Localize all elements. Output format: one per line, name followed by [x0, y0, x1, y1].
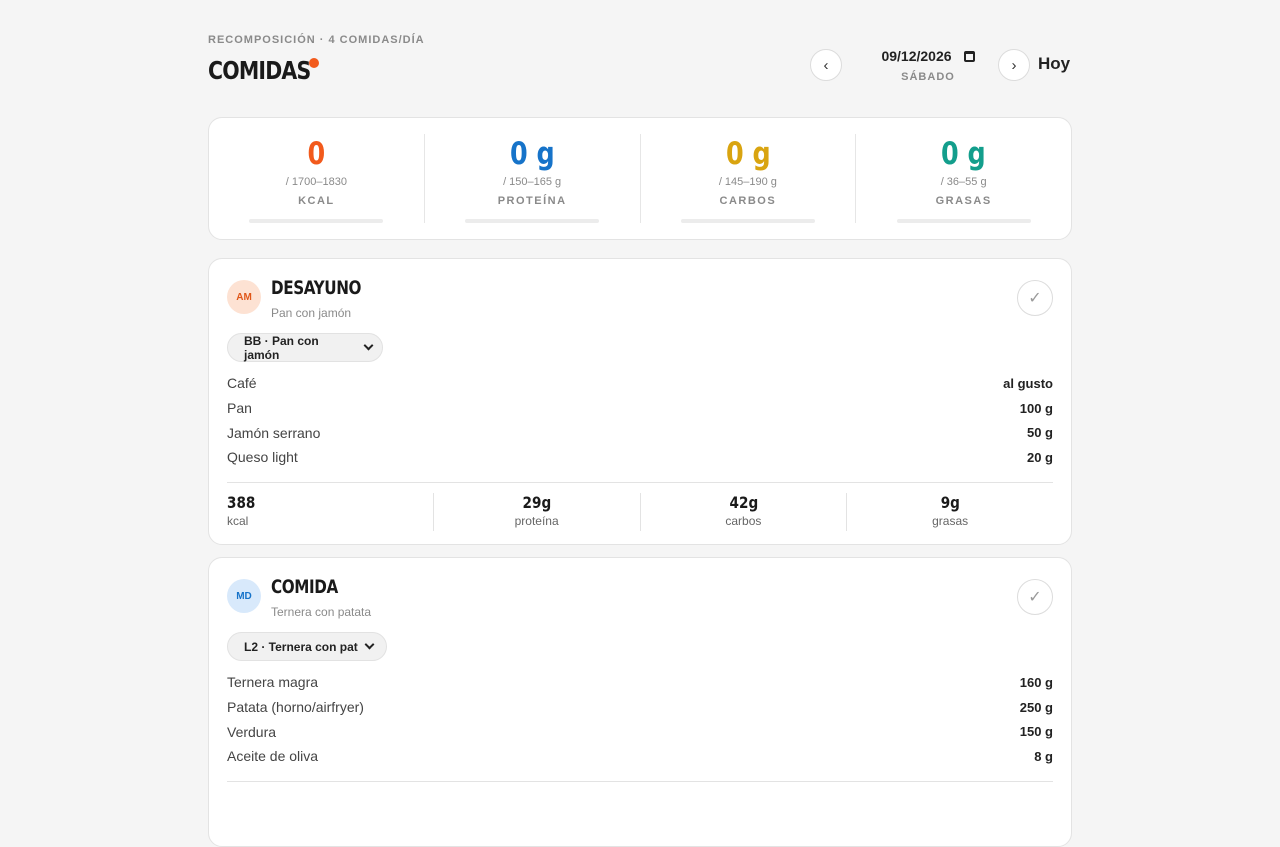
protein-target: / 150–165 g [503, 176, 562, 188]
summary-protein: 0 g / 150–165 g PROTEÍNA [423, 134, 640, 223]
meal-option-select[interactable]: BB · Pan con jamón [227, 333, 383, 362]
meal-macros [227, 781, 1053, 792]
meal-items: Café al gusto Pan 100 g Jamón serrano 50 g … [227, 371, 1053, 470]
chevron-down-icon [364, 639, 375, 650]
list-item: Queso light 20 g [227, 445, 1053, 470]
item-qty: 50 g [1026, 425, 1053, 441]
protein-total: 0 g [509, 136, 555, 172]
meal-items: Ternera magra 160 g Patata (horno/airfrye… [227, 670, 1053, 769]
macro-label: carbos [725, 514, 762, 528]
macro-protein: 29g proteína [432, 493, 640, 531]
macro-value: 388 [227, 493, 256, 512]
meal-card-comida: MD COMIDA Ternera con patata ✓ L2 · Tern… [208, 557, 1072, 847]
fat-label: GRASAS [935, 195, 992, 207]
meal-badge: MD [227, 579, 261, 613]
meal-card-desayuno: AM DESAYUNO Pan con jamón ✓ BB · Pan con… [208, 258, 1072, 545]
date-picker[interactable]: 09/12/2026 SÁBADO [872, 44, 984, 83]
summary-carbs: 0 g / 145–190 g CARBOS [639, 134, 856, 223]
carbs-progress-bar [680, 219, 815, 223]
meal-option-value: BB · Pan con jamón [244, 333, 319, 362]
daily-summary: 0 / 1700–1830 KCAL 0 g / 150–165 g PROTE… [208, 117, 1072, 240]
meal-subtitle: Ternera con patata [271, 605, 372, 619]
macro-value: 29g [522, 493, 551, 512]
mark-done-button[interactable]: ✓ [1017, 280, 1053, 316]
status-dot [309, 58, 319, 68]
carbs-target: / 145–190 g [718, 176, 777, 188]
list-item: Café al gusto [227, 371, 1053, 396]
macro-label: proteína [514, 514, 559, 528]
item-name: Pan [227, 400, 252, 417]
list-item: Pan 100 g [227, 396, 1053, 421]
macro-kcal: 388 kcal [227, 493, 433, 531]
meal-header: AM DESAYUNO Pan con jamón ✓ [209, 259, 1071, 331]
list-item: Jamón serrano 50 g [227, 420, 1053, 445]
date-value[interactable]: 09/12/2026 [881, 48, 951, 64]
prev-day-button[interactable]: ‹ [810, 49, 842, 81]
meal-title: DESAYUNO [271, 277, 362, 299]
carbs-label: CARBOS [719, 195, 777, 207]
summary-fat: 0 g / 36–55 g GRASAS [855, 134, 1071, 223]
summary-kcal: 0 / 1700–1830 KCAL [209, 134, 424, 223]
kcal-target: / 1700–1830 [285, 176, 347, 188]
item-qty: 150 g [1019, 724, 1053, 740]
list-item: Aceite de oliva 8 g [227, 744, 1053, 769]
protein-label: PROTEÍNA [497, 195, 567, 207]
next-day-button[interactable]: › [998, 49, 1030, 81]
page-header: RECOMPOSICIÓN · 4 COMIDAS/DÍA COMIDAS ‹ … [208, 0, 1072, 117]
carbs-total: 0 g [725, 136, 771, 172]
fat-total: 0 g [941, 136, 986, 172]
kcal-progress-bar [249, 219, 384, 223]
list-item: Patata (horno/airfryer) 250 g [227, 695, 1053, 720]
item-name: Queso light [227, 449, 298, 466]
item-name: Jamón serrano [227, 424, 321, 441]
macro-value: 9g [940, 493, 960, 512]
meal-subtitle: Pan con jamón [271, 306, 352, 320]
list-item: Ternera magra 160 g [227, 670, 1053, 695]
item-name: Café [227, 375, 257, 392]
meal-option-value: L2 · Ternera con pat [244, 639, 358, 654]
meal-badge: AM [227, 280, 261, 314]
page-title: COMIDAS [208, 56, 311, 85]
protein-progress-bar [465, 219, 600, 223]
item-qty: 250 g [1019, 699, 1053, 715]
macro-label: grasas [932, 514, 969, 528]
item-qty: 160 g [1019, 674, 1053, 690]
meal-macros: 388 kcal 29g proteína 42g carbos 9g grasas [227, 482, 1053, 531]
kcal-total: 0 [307, 136, 326, 172]
macro-fat: 9g grasas [846, 493, 1053, 531]
mark-done-button[interactable]: ✓ [1017, 579, 1053, 615]
calendar-icon[interactable] [963, 50, 975, 62]
macro-label: kcal [227, 514, 249, 528]
item-name: Verdura [227, 723, 277, 740]
list-item: Verdura 150 g [227, 719, 1053, 744]
item-name: Patata (horno/airfryer) [227, 699, 364, 716]
kcal-label: KCAL [298, 195, 335, 207]
meal-header: MD COMIDA Ternera con patata ✓ [209, 558, 1071, 630]
item-qty: 8 g [1034, 748, 1053, 764]
fat-progress-bar [896, 219, 1031, 223]
meal-option-select[interactable]: L2 · Ternera con pat [227, 632, 387, 661]
item-name: Ternera magra [227, 674, 319, 691]
weekday-label: SÁBADO [901, 71, 955, 83]
today-button[interactable]: Hoy [1038, 54, 1070, 74]
page: RECOMPOSICIÓN · 4 COMIDAS/DÍA COMIDAS ‹ … [208, 0, 1072, 847]
item-qty: al gusto [1003, 375, 1053, 391]
item-qty: 20 g [1026, 449, 1053, 465]
macro-value: 42g [729, 493, 758, 512]
plan-label: RECOMPOSICIÓN · 4 COMIDAS/DÍA [208, 34, 425, 46]
fat-target: / 36–55 g [940, 176, 987, 188]
item-name: Aceite de oliva [227, 748, 319, 765]
meal-title: COMIDA [271, 576, 338, 598]
item-qty: 100 g [1019, 400, 1053, 416]
macro-carbs: 42g carbos [639, 493, 847, 531]
chevron-down-icon [363, 340, 374, 351]
